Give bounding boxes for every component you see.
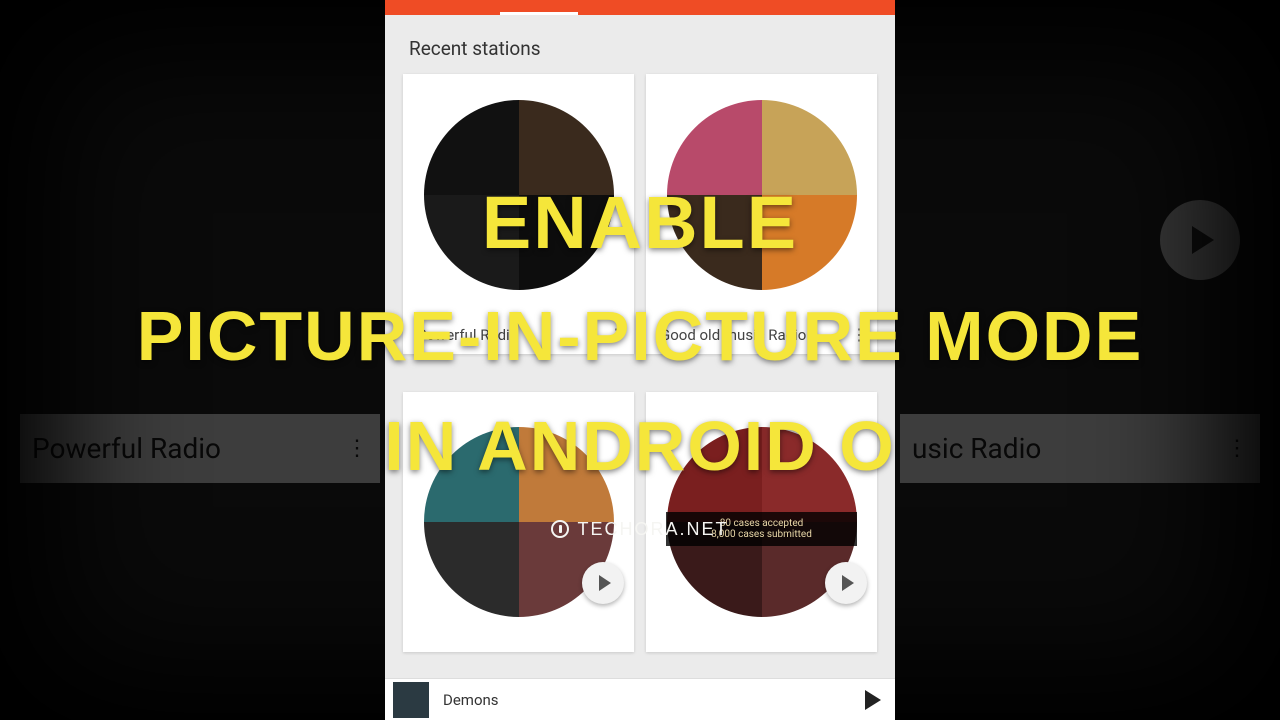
station-name: Powerful Radio (417, 326, 518, 344)
station-artwork (424, 100, 614, 290)
stations-grid: Powerful Radio ⋮ Good old music Radio ⋮ (385, 74, 895, 678)
more-icon: ⋮ (1226, 436, 1248, 461)
play-button[interactable] (582, 562, 624, 604)
station-card[interactable] (403, 392, 634, 652)
section-title: Recent stations (385, 15, 895, 74)
banner-text: 8,000 cases submitted (674, 529, 849, 540)
station-card[interactable]: 80 cases accepted 8,000 cases submitted (646, 392, 877, 652)
bg-station-label: Powerful Radio (32, 432, 221, 465)
play-icon (1160, 200, 1240, 280)
banner-text: 80 cases accepted (674, 518, 849, 529)
now-playing-thumbnail (393, 682, 429, 718)
more-icon[interactable]: ⋮ (608, 331, 624, 339)
now-playing-title: Demons (443, 691, 851, 709)
station-artwork (667, 100, 857, 290)
station-card[interactable]: Good old music Radio ⋮ (646, 74, 877, 354)
more-icon[interactable]: ⋮ (851, 331, 867, 339)
station-name: Good old music Radio (660, 326, 806, 344)
more-icon: ⋮ (346, 436, 368, 461)
app-tabbar (385, 0, 895, 15)
now-playing-bar[interactable]: Demons (385, 678, 895, 720)
station-card[interactable]: Powerful Radio ⋮ (403, 74, 634, 354)
play-icon[interactable] (865, 690, 881, 710)
phone-screenshot: Recent stations Powerful Radio ⋮ (385, 0, 895, 720)
play-button[interactable] (825, 562, 867, 604)
bg-station-label: usic Radio (912, 432, 1041, 465)
